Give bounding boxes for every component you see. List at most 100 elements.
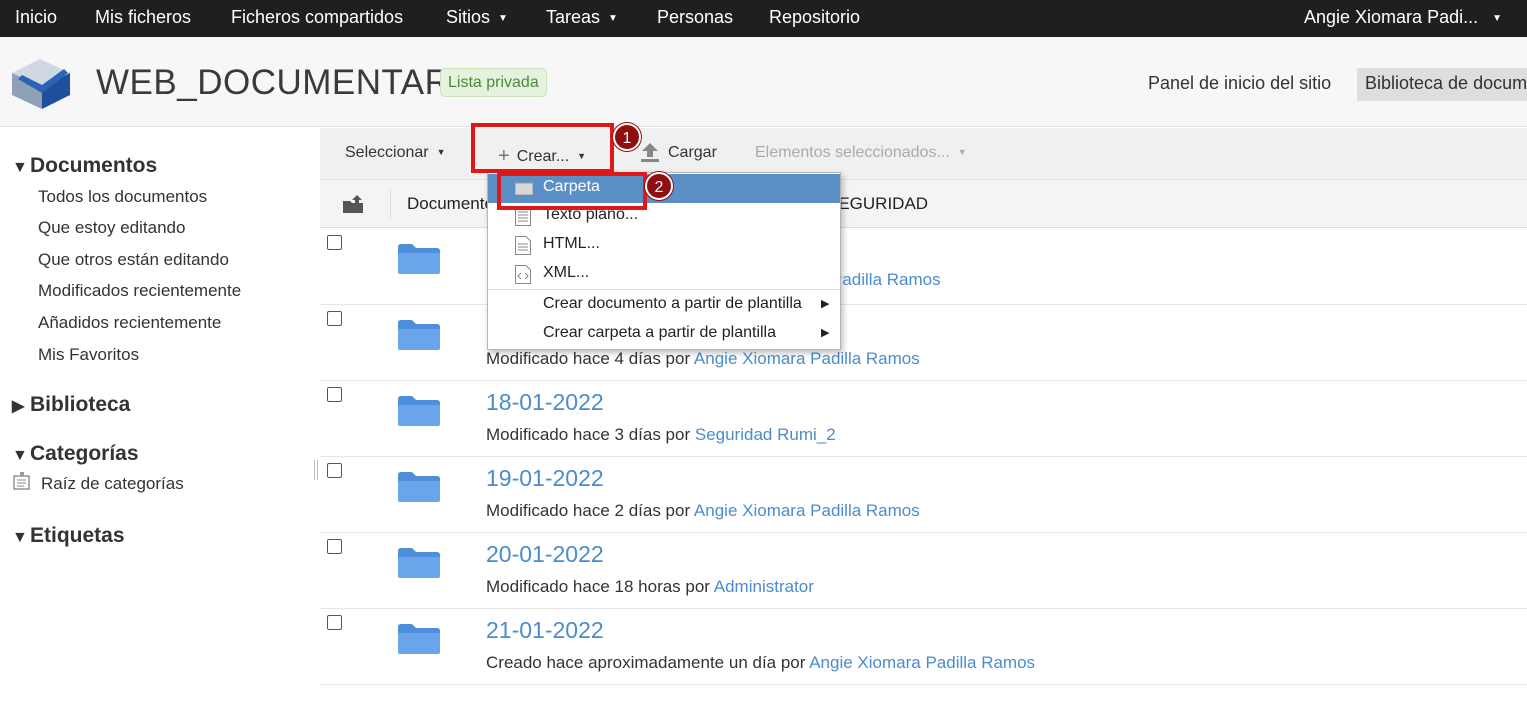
upload-label: Cargar bbox=[668, 144, 717, 161]
top-navigation-bar: Inicio Mis ficheros Ficheros compartidos… bbox=[0, 0, 1527, 37]
nav-personas[interactable]: Personas bbox=[657, 0, 733, 37]
category-root[interactable]: Raíz de categorías bbox=[41, 474, 184, 494]
row-checkbox[interactable] bbox=[327, 311, 342, 326]
folder-icon bbox=[398, 396, 440, 426]
select-label: Seleccionar bbox=[345, 144, 429, 161]
meta-text: Modificado hace 2 días por bbox=[486, 501, 694, 520]
folder-metadata: Modificado hace 2 días por Angie Xiomara… bbox=[486, 501, 920, 521]
upload-button[interactable]: Cargar bbox=[640, 143, 717, 162]
menu-item-html[interactable]: HTML... bbox=[488, 231, 840, 260]
folder-metadata: Modificado hace 18 horas por Administrat… bbox=[486, 577, 814, 597]
upload-icon bbox=[641, 143, 659, 162]
table-row[interactable]: 19-01-2022 Modificado hace 2 días por An… bbox=[320, 457, 1527, 533]
caret-down-icon: ▼ bbox=[498, 13, 508, 24]
nav-repositorio[interactable]: Repositorio bbox=[769, 0, 860, 37]
filter-all-documents[interactable]: Todos los documentos bbox=[38, 187, 207, 207]
meta-text: Modificado hace 4 días por bbox=[486, 349, 694, 368]
menu-item-folder-from-template-label: Crear carpeta a partir de plantilla bbox=[543, 324, 777, 341]
table-row[interactable]: 18-01-2022 Modificado hace 3 días por Se… bbox=[320, 381, 1527, 457]
folder-item-highlight bbox=[497, 172, 647, 210]
folder-metadata: Modificado hace 3 días por Seguridad Rum… bbox=[486, 425, 836, 445]
row-checkbox[interactable] bbox=[327, 615, 342, 630]
triangle-down-icon: ▼ bbox=[12, 529, 28, 546]
submenu-arrow-icon: ▶ bbox=[821, 327, 830, 339]
menu-item-xml-label: XML... bbox=[543, 264, 590, 281]
triangle-down-icon: ▼ bbox=[12, 447, 28, 464]
categories-section-title: Categorías bbox=[30, 442, 139, 465]
html-file-icon bbox=[515, 236, 531, 255]
meta-text: Modificado hace 3 días por bbox=[486, 425, 695, 444]
category-icon bbox=[13, 472, 30, 490]
row-checkbox[interactable] bbox=[327, 387, 342, 402]
user-menu[interactable]: Angie Xiomara Padi... ▼ bbox=[1304, 0, 1502, 37]
folder-name-link[interactable]: 18-01-2022 bbox=[486, 389, 604, 416]
row-checkbox[interactable] bbox=[327, 235, 342, 250]
menu-item-xml[interactable]: XML... bbox=[488, 260, 840, 289]
folder-metadata: Modificado hace 4 días por Angie Xiomara… bbox=[486, 349, 920, 369]
table-row[interactable]: 21-01-2022 Creado hace aproximadamente u… bbox=[320, 609, 1527, 685]
menu-item-folder-from-template[interactable]: Crear carpeta a partir de plantilla ▶ bbox=[488, 320, 840, 349]
site-header: WEB_DOCUMENTARIA Lista privada Panel de … bbox=[0, 37, 1527, 127]
folder-icon bbox=[398, 472, 440, 502]
folder-icon bbox=[398, 320, 440, 350]
categories-section-toggle[interactable]: ▼ Categorías bbox=[12, 442, 139, 466]
modifier-user-link[interactable]: Angie Xiomara Padilla Ramos bbox=[694, 349, 920, 368]
column-security[interactable]: SEGURIDAD bbox=[827, 194, 928, 214]
library-section-title: Biblioteca bbox=[30, 393, 131, 416]
nav-sitios[interactable]: Sitios ▼ bbox=[446, 0, 508, 37]
row-checkbox[interactable] bbox=[327, 463, 342, 478]
left-sidebar: ▼ Documentos Todos los documentos Que est… bbox=[0, 128, 314, 704]
nav-sitios-label: Sitios bbox=[446, 7, 491, 27]
visibility-badge: Lista privada bbox=[440, 68, 547, 97]
modifier-user-link[interactable]: Seguridad Rumi_2 bbox=[695, 425, 836, 444]
user-name: Angie Xiomara Padi... bbox=[1304, 7, 1479, 27]
submenu-arrow-icon: ▶ bbox=[821, 298, 830, 310]
filter-recently-added[interactable]: Añadidos recientemente bbox=[38, 313, 221, 333]
select-menu-button[interactable]: Seleccionar ▼ bbox=[345, 144, 446, 162]
filter-editing-others[interactable]: Que otros están editando bbox=[38, 250, 229, 270]
create-button-highlight bbox=[471, 123, 614, 173]
modifier-user-link[interactable]: Angie Xiomara Padilla Ramos bbox=[809, 653, 1035, 672]
caret-down-icon: ▼ bbox=[1492, 13, 1502, 24]
table-row[interactable]: 20-01-2022 Modificado hace 18 horas por … bbox=[320, 533, 1527, 609]
modifier-user-link[interactable]: Administrator bbox=[714, 577, 814, 596]
filter-editing-me[interactable]: Que estoy editando bbox=[38, 218, 185, 238]
document-library-tab[interactable]: Biblioteca de documentos bbox=[1357, 68, 1527, 101]
selected-items-menu[interactable]: Elementos seleccionados... ▼ bbox=[755, 144, 967, 162]
filter-recently-modified[interactable]: Modificados recientemente bbox=[38, 281, 241, 301]
selected-items-label: Elementos seleccionados... bbox=[755, 144, 950, 161]
caret-down-icon: ▼ bbox=[608, 13, 618, 24]
nav-ficheros-compartidos[interactable]: Ficheros compartidos bbox=[231, 0, 403, 37]
callout-number: 1 bbox=[613, 123, 641, 151]
tags-section-toggle[interactable]: ▼ Etiquetas bbox=[12, 524, 125, 548]
site-logo-icon bbox=[12, 59, 70, 109]
modifier-user-link[interactable]: Angie Xiomara Padilla Ramos bbox=[694, 501, 920, 520]
menu-item-doc-from-template[interactable]: Crear documento a partir de plantilla ▶ bbox=[488, 291, 840, 320]
site-dashboard-link[interactable]: Panel de inicio del sitio bbox=[1148, 73, 1331, 94]
nav-tareas[interactable]: Tareas ▼ bbox=[546, 0, 618, 37]
filter-favorites[interactable]: Mis Favoritos bbox=[38, 345, 139, 365]
caret-down-icon: ▼ bbox=[957, 147, 967, 157]
nav-tareas-label: Tareas bbox=[546, 7, 601, 27]
folder-name-link[interactable]: 20-01-2022 bbox=[486, 541, 604, 568]
nav-mis-ficheros[interactable]: Mis ficheros bbox=[95, 0, 191, 37]
triangle-right-icon: ▶ bbox=[12, 398, 25, 415]
meta-text: Creado hace aproximadamente un día por bbox=[486, 653, 810, 672]
modifier-user-link[interactable]: Padilla Ramos bbox=[831, 270, 941, 290]
menu-item-html-label: HTML... bbox=[543, 235, 600, 252]
xml-file-icon bbox=[515, 265, 531, 284]
nav-inicio[interactable]: Inicio bbox=[15, 0, 57, 37]
caret-down-icon: ▼ bbox=[436, 147, 446, 157]
callout-number: 2 bbox=[645, 172, 673, 200]
site-title: WEB_DOCUMENTARIA bbox=[96, 63, 485, 102]
documents-section-toggle[interactable]: ▼ Documentos bbox=[12, 154, 157, 178]
row-checkbox[interactable] bbox=[327, 539, 342, 554]
folder-icon bbox=[398, 624, 440, 654]
menu-item-doc-from-template-label: Crear documento a partir de plantilla bbox=[543, 295, 802, 312]
folder-name-link[interactable]: 19-01-2022 bbox=[486, 465, 604, 492]
library-section-toggle[interactable]: ▶ Biblioteca bbox=[12, 393, 130, 417]
folder-name-link[interactable]: 21-01-2022 bbox=[486, 617, 604, 644]
parent-folder-icon[interactable] bbox=[342, 194, 364, 214]
sidebar-resize-handle[interactable] bbox=[314, 460, 318, 480]
documents-section-title: Documentos bbox=[30, 154, 158, 177]
